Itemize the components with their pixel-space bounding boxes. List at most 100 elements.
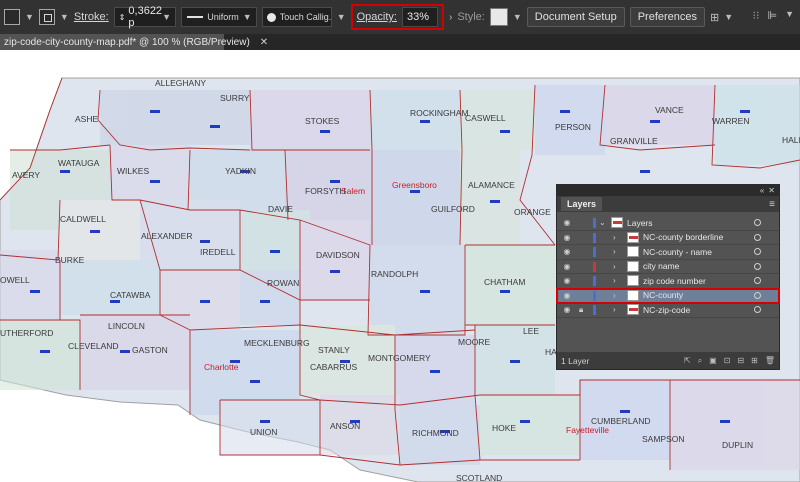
layer-name: zip code number [643,275,706,286]
export-icon[interactable]: ⇱ [684,356,691,366]
grid-icon[interactable]: ⁝⁝ [752,9,759,22]
chevron-right-icon[interactable]: › [613,276,616,285]
stroke-label[interactable]: Stroke: [74,11,109,23]
eye-icon[interactable]: ◉ [561,262,573,271]
county-label: DAVIE [268,204,293,214]
brush-value: Touch Callig... [279,12,332,22]
eye-icon[interactable]: ◉ [561,233,573,242]
chevron-right-icon[interactable]: › [613,291,616,300]
target-circle-icon[interactable] [754,277,761,285]
clipping-mask-icon[interactable]: ⊡ [724,356,731,366]
arrange-icon[interactable]: ⊞ [710,11,719,24]
collapse-icon[interactable]: « [760,186,764,195]
chevron-down-icon[interactable]: ▼ [162,12,171,22]
target-circle-icon[interactable] [754,306,761,314]
new-layer-icon[interactable]: ⊞ [751,356,758,366]
target-circle-icon[interactable] [754,291,761,299]
chevron-down-icon[interactable]: ▼ [60,12,69,22]
layer-row-nc-county[interactable]: ◉ › NC-county [556,287,780,304]
fill-swatch[interactable] [4,9,20,25]
chevron-down-icon[interactable]: ▼ [25,12,34,22]
layer-row-zip-code-number[interactable]: ◉ › zip code number [557,274,779,289]
brush-select[interactable]: Touch Callig... [261,7,332,27]
target-circle-icon[interactable] [754,219,761,227]
target-circle-icon[interactable] [754,248,761,256]
stroke-weight-field[interactable]: ⇕ 0,3622 p ▼ [113,5,176,29]
chevron-down-icon[interactable]: ▼ [513,12,522,22]
preferences-button[interactable]: Preferences [629,7,706,27]
document-tab[interactable]: zip-code-city-county-map.pdf* @ 100 % (R… [0,34,268,50]
close-icon[interactable]: ✕ [260,37,268,48]
chevron-down-icon[interactable]: ▼ [724,12,733,22]
eye-icon[interactable]: ◉ [561,291,573,300]
county-label: HALIF [782,135,800,145]
stroke-swatch[interactable] [38,9,55,25]
chevron-down-icon[interactable]: ▼ [337,12,346,22]
county-label: FORSYTH [305,186,346,196]
panel-menu-icon[interactable]: ≡ [769,199,775,210]
county-label: CABARRUS [310,362,358,372]
eye-icon[interactable]: ◉ [561,276,573,285]
county-label: CLEVELAND [68,341,119,351]
eye-icon[interactable]: ◉ [561,247,573,256]
chevron-down-icon[interactable]: ▼ [785,9,794,22]
opacity-label[interactable]: Opacity: [357,11,397,23]
collect-export-icon[interactable]: ▣ [709,356,717,366]
layer-thumbnail [627,289,639,301]
layer-name: NC-county borderline [643,232,724,243]
layer-thumbnail [627,231,639,243]
county-label: ANSON [330,421,360,431]
new-sublayer-icon[interactable]: ⊟ [737,356,744,366]
chevron-right-icon[interactable]: › [613,305,616,314]
chevron-right-icon[interactable]: › [613,262,616,271]
chevron-right-icon[interactable]: › [449,12,452,23]
layer-row-nc-zip-code[interactable]: ◉ 🔒︎ › NC-zip-code [557,303,779,318]
layer-name: NC-county - name [643,246,712,257]
chevron-right-icon[interactable]: › [613,247,616,256]
layer-row-city-name[interactable]: ◉ › city name [557,260,779,274]
trash-icon[interactable]: 🗑︎ [765,356,775,366]
opacity-field[interactable]: 33% [401,7,438,27]
county-label: Greensboro [392,180,437,190]
layers-tab[interactable]: Layers [561,197,603,211]
county-label: RANDOLPH [371,269,418,279]
lock-icon[interactable]: 🔒︎ [579,305,583,315]
chevron-down-icon[interactable]: ⌄ [599,218,606,227]
chevron-right-icon[interactable]: › [613,233,616,242]
target-circle-icon[interactable] [754,262,761,270]
document-setup-button[interactable]: Document Setup [526,7,625,27]
opacity-value: 33% [406,11,430,23]
county-label: ORANGE [514,207,551,217]
county-label: WILKES [117,166,149,176]
county-label: CATAWBA [110,290,151,300]
locate-object-icon[interactable]: ⌕ [698,356,702,366]
county-label: SCOTLAND [456,473,502,482]
right-controls: ⁝⁝ ⊫ ▼ [752,9,794,22]
stroke-profile-select[interactable]: Uniform ▼ [180,7,257,27]
artboard-canvas[interactable]: ALLEGHANY SURRY STOKES ROCKINGHAM CASWEL… [0,50,800,482]
close-icon[interactable]: ✕ [768,186,775,195]
county-label: MECKLENBURG [244,338,310,348]
eye-icon[interactable]: ◉ [561,218,573,227]
stroke-profile-value: Uniform [207,12,239,22]
opacity-control[interactable]: Opacity: 33% [350,4,444,30]
target-circle-icon[interactable] [754,233,761,241]
layer-color-bar [593,276,596,286]
layer-row-nc-county-borderline[interactable]: ◉ › NC-county borderline [557,231,779,245]
county-label: STANLY [318,345,350,355]
layers-list: ◉ ⌄ Layers ◉ › NC-county borderline ◉ › [556,216,780,318]
layer-thumbnail [627,304,639,316]
layer-name: city name [643,261,680,272]
layer-row-layers[interactable]: ◉ ⌄ Layers [557,216,779,231]
layer-row-nc-county-name[interactable]: ◉ › NC-county - name [557,245,779,260]
county-label: LEE [523,326,539,336]
style-swatch[interactable] [489,8,508,26]
stepper-icon[interactable]: ⇕ [119,13,126,22]
county-label: GUILFORD [431,204,475,214]
eye-icon[interactable]: ◉ [561,305,573,314]
brush-dot-icon [266,12,276,22]
align-icon[interactable]: ⊫ [767,9,777,22]
county-label: ALEXANDER [141,231,193,241]
county-label: ROWAN [267,278,299,288]
layer-color-bar [593,218,596,228]
